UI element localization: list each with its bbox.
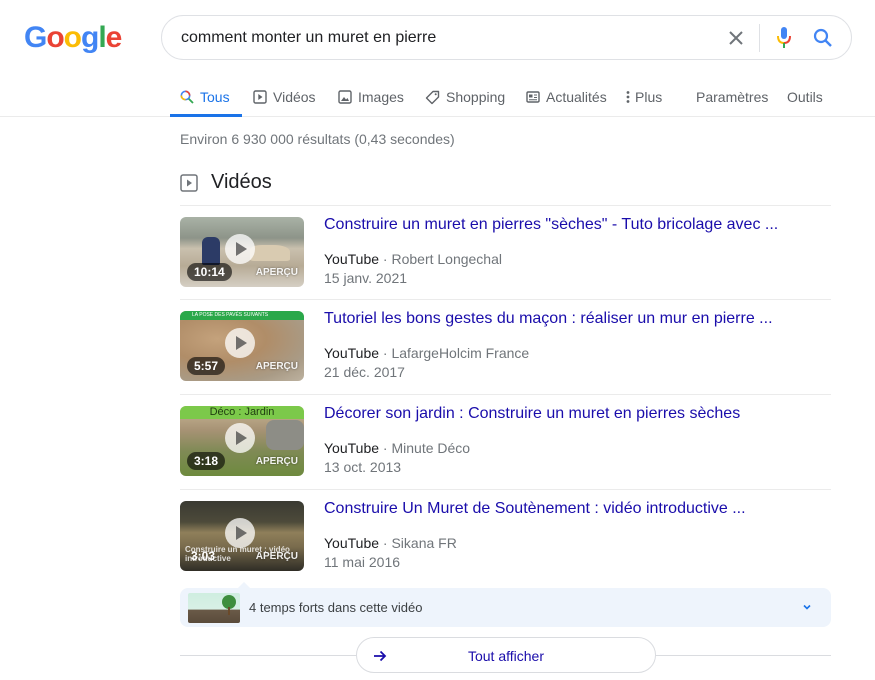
logo-letter: o [46,21,64,54]
separator: · [379,535,392,551]
search-tabs: Tous Vidéos Images Shopping Actualités P… [0,78,875,117]
video-result: 10:14 APERÇU Construire un muret en pier… [180,205,831,299]
logo-letter: o [63,21,82,54]
video-source: YouTube · Sikana FR [324,535,457,551]
video-channel: Robert Longechal [391,251,502,267]
separator: · [379,251,392,267]
video-result: LA POSE DES PAVÉS SUIVANTS 5:57 APERÇU T… [180,299,831,393]
video-title-link[interactable]: Décorer son jardin : Construire un muret… [324,405,740,423]
key-moments-pointer [238,582,250,588]
result-stats: Environ 6 930 000 résultats (0,43 second… [180,131,455,147]
preview-label: APERÇU [255,456,298,467]
search-icon [180,90,194,104]
show-all-label: Tout afficher [467,648,544,664]
video-site: YouTube [324,535,380,551]
video-channel: LafargeHolcim France [391,345,530,361]
tab-label: Shopping [446,89,506,105]
video-channel: Minute Déco [391,440,471,456]
video-result: Construire un muret : vidéo introductive… [180,489,831,583]
key-moments-thumbnail [188,593,240,623]
show-all-button[interactable]: Tout afficher [356,637,656,673]
tab-label: Outils [787,89,823,105]
video-date: 15 janv. 2021 [324,270,408,286]
search-box [161,15,852,60]
search-divider [759,24,760,52]
video-title-link[interactable]: Tutoriel les bons gestes du maçon : réal… [324,310,773,328]
video-thumbnail[interactable]: Déco : Jardin 3:18 APERÇU [180,406,304,476]
play-button-icon [225,328,255,358]
tab-videos[interactable]: Vidéos [253,78,316,116]
preview-label: APERÇU [255,361,298,372]
video-channel: Sikana FR [391,535,457,551]
logo-letter: e [105,21,123,54]
more-vert-icon [626,91,630,103]
newspaper-icon [526,91,540,103]
preview-label: APERÇU [255,551,298,562]
key-moments-label: 4 temps forts dans cette vidéo [249,600,423,615]
video-thumbnail[interactable]: Construire un muret : vidéo introductive… [180,501,304,571]
search-icon [813,28,832,47]
video-duration: 3:18 [187,452,226,470]
tab-label: Images [358,89,404,105]
video-thumbnail[interactable]: 10:14 APERÇU [180,217,304,287]
tab-parametres[interactable]: Paramètres [696,78,768,116]
videos-section-header: Vidéos [180,171,272,194]
video-duration: 5:57 [187,357,226,375]
video-source: YouTube · Robert Longechal [324,251,502,267]
logo-letter: G [24,21,47,54]
section-title: Vidéos [211,171,272,193]
clear-search-button[interactable] [724,26,748,50]
video-date: 11 mai 2016 [324,554,401,570]
tab-label: Tous [200,89,230,105]
thumbnail-banner: Déco : Jardin [180,406,304,419]
image-icon [338,90,352,104]
play-icon [180,173,198,192]
google-logo[interactable]: Google [24,21,123,55]
play-button-icon [225,234,255,264]
video-source: YouTube · Minute Déco [324,440,470,456]
video-site: YouTube [324,345,380,361]
logo-letter: g [81,21,99,54]
search-button[interactable] [811,26,835,50]
tab-label: Plus [635,89,663,105]
play-button-icon [225,518,255,548]
tab-label: Actualités [546,89,607,105]
video-result: Déco : Jardin 3:18 APERÇU Décorer son ja… [180,394,831,488]
tab-images[interactable]: Images [338,78,404,116]
video-duration: 3:03 [191,549,216,563]
video-date: 13 oct. 2013 [324,459,402,475]
tab-shopping[interactable]: Shopping [425,78,505,116]
video-site: YouTube [324,251,380,267]
tab-actualites[interactable]: Actualités [526,78,607,116]
thumbnail-banner: LA POSE DES PAVÉS SUIVANTS [180,311,304,320]
play-button-icon [225,423,255,453]
video-duration: 10:14 [187,263,232,281]
close-icon [729,31,743,45]
tab-plus[interactable]: Plus [625,78,662,116]
tag-icon [425,90,440,104]
tab-label: Vidéos [273,89,316,105]
search-input[interactable] [181,26,701,50]
preview-label: APERÇU [255,267,298,278]
video-source: YouTube · LafargeHolcim France [324,345,529,361]
key-moments-expander[interactable]: 4 temps forts dans cette vidéo [180,582,831,627]
tab-label: Paramètres [696,89,769,105]
tab-tous[interactable]: Tous [170,78,242,117]
separator: · [379,345,392,361]
video-title-link[interactable]: Construire un muret en pierres "sèches" … [324,216,778,234]
play-icon [253,90,267,104]
video-date: 21 déc. 2017 [324,364,405,380]
chevron-down-icon [803,604,811,610]
microphone-icon [777,27,791,48]
video-site: YouTube [324,440,380,456]
video-thumbnail[interactable]: LA POSE DES PAVÉS SUIVANTS 5:57 APERÇU [180,311,304,381]
video-title-link[interactable]: Construire Un Muret de Soutènement : vid… [324,500,746,518]
voice-search-button[interactable] [772,25,796,51]
tree-trunk-graphic [228,607,230,615]
logo-letter: l [98,21,106,54]
tab-outils[interactable]: Outils [787,78,823,116]
separator: · [379,440,392,456]
